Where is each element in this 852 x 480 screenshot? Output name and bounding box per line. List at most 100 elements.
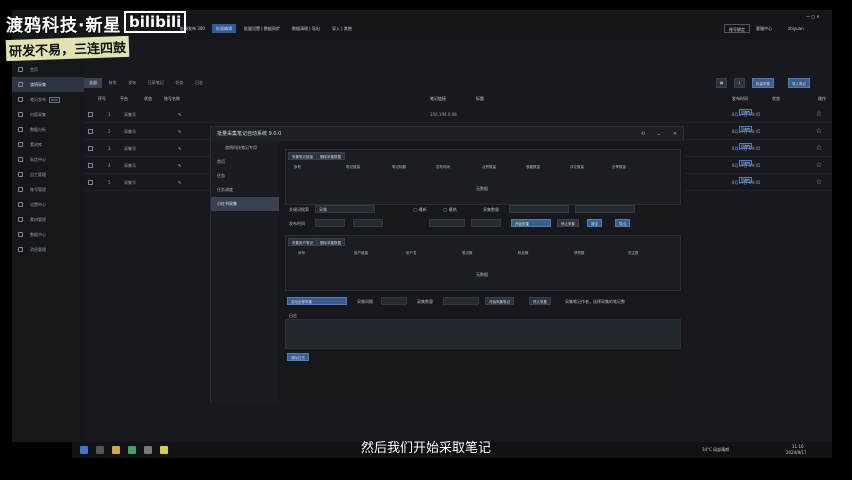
filter-input-2[interactable] [471,219,501,227]
pin-icon[interactable]: ⟲ [641,127,645,141]
edit-icon[interactable]: ✎ [178,174,181,191]
gear-icon [18,202,23,207]
count-input[interactable] [509,205,569,213]
count-label: 采集数量 [483,207,499,212]
sidebar-item-library[interactable]: 素材库 [12,137,84,152]
export-icon[interactable]: ⇩ [734,78,745,88]
tab-collect-users[interactable]: 采集用户笔记 [288,238,317,246]
dialog-nav-title: 渡鸦科技笔记专用 [225,145,257,150]
table-row[interactable]: 1 采集号 ✎ 156.194.0.08 8月17日 09:45 已发布 ☆ [84,106,832,123]
start-collect-notes-button[interactable]: 开始采集笔记 [485,297,514,305]
dialog-nav-task[interactable]: 任务 [211,169,279,183]
sidebar-item-material[interactable]: 素材管理 [12,212,84,227]
dialog-nav-schedule[interactable]: 任务调度 [211,183,279,197]
col-link: 笔记链接 [430,96,446,101]
stop-button[interactable]: 停止采集 [529,297,551,305]
empty-state: 无数据 [476,272,488,277]
dialog-body: 采集笔记链接 删除采集数据 序号 笔记链接 笔记标题 发布时间 点赞数量 收藏数… [279,141,685,403]
dialog-nav-home[interactable]: 首页 [211,155,279,169]
sidebar-item-settings[interactable]: 设置中心 [12,197,84,212]
account-icon [18,187,23,192]
sidebar-item-analysis[interactable]: 数据分析 [12,122,84,137]
star-icon[interactable]: ☆ [816,161,822,169]
count-input-2[interactable] [575,205,635,213]
tab-tasks[interactable]: 任务 [170,78,188,88]
sidebar-item-notice[interactable]: 消息管理 [12,242,84,257]
tab-all[interactable]: 全部 [84,78,102,88]
clear-log-button[interactable]: 清除日志 [287,353,309,361]
export-button[interactable]: 导出 [615,219,630,227]
sidebar-item-accounts[interactable]: 账号管理 [12,182,84,197]
col-time: 发布时间 [732,96,748,101]
date-from-input[interactable] [315,219,345,227]
row-checkbox[interactable] [88,180,93,185]
sidebar-item-data[interactable]: 数据中心 [12,227,84,242]
new-badge: NEW [49,97,61,103]
dialog-title: 批量采集笔记自动系统 9.0.0 ⟲ ⌄ ✕ [211,127,685,141]
minimize-icon[interactable]: ⌄ [657,127,661,141]
col-platform: 平台 [120,96,128,101]
row-checkbox[interactable] [88,129,93,134]
col-account: 账号名称 [164,96,180,101]
col-title: 标题 [476,96,484,101]
grid-icon[interactable]: ▦ [716,78,728,88]
start-collect-button[interactable]: 开始采集 [511,219,551,227]
interval-input[interactable] [381,297,407,305]
sidebar-item-messages[interactable]: 私信中心 [12,152,84,167]
edit-icon[interactable]: ✎ [178,123,181,140]
sidebar-item-content[interactable]: 内容采集 [12,107,84,122]
radio-hottest[interactable]: ◯ 最热 [443,207,457,213]
quantity-input[interactable] [443,297,479,305]
star-icon[interactable]: ☆ [816,110,822,118]
start-all-button[interactable]: 启动全部采集 [287,297,347,305]
star-icon[interactable]: ☆ [816,127,822,135]
radio-newest[interactable]: ◯ 最新 [413,207,427,213]
database-icon [18,232,23,237]
dialog-nav-xhs[interactable]: 小红书采集 [211,197,279,211]
tab-published[interactable]: 发布 [123,78,141,88]
tab-collect-notes[interactable]: 采集笔记链接 [288,152,317,160]
topbar-right-button[interactable]: 客服中心 [752,24,776,33]
topbar-item[interactable]: 批量设置 | 数据同步 [240,24,284,33]
topbar-item[interactable]: 批量编辑 [212,24,236,33]
tab-delete-user-data[interactable]: 删除采集数据 [316,238,345,246]
topbar-item[interactable]: 数据清理 | 导出 [288,24,324,33]
section-users: 采集用户笔记 删除采集数据 序号 用户链接 用户名 笔记数 粉丝数 获赞数 关注… [285,235,681,291]
main-tabs: 全部 待发 发布 已采笔记 任务 日志 [84,78,208,88]
star-icon[interactable]: ☆ [816,144,822,152]
bell-icon [18,247,23,252]
edit-icon[interactable]: ✎ [178,140,181,157]
batch-collect-button[interactable]: 批量采集 [752,78,774,88]
date-to-input[interactable] [353,219,383,227]
tab-logs[interactable]: 日志 [190,78,208,88]
topbar-item[interactable]: 导入 | 其他 [328,24,356,33]
star-icon[interactable]: ☆ [816,178,822,186]
sidebar-item-staff[interactable]: 员工管理 [12,167,84,182]
tab-pending[interactable]: 待发 [104,78,122,88]
sidebar-item-publish[interactable]: 笔记发布 NEW [12,92,84,107]
row-checkbox[interactable] [88,146,93,151]
video-subtitle: 然后我们开始采取笔记 [360,441,491,456]
content-icon [18,112,23,117]
clear-button[interactable]: 清空 [587,219,602,227]
log-area[interactable] [285,319,681,349]
edit-icon[interactable]: ✎ [178,106,181,123]
row-checkbox[interactable] [88,112,93,117]
collect-icon [18,82,23,87]
sidebar-item-collect[interactable]: 渡鸦采集 [12,77,84,92]
window-controls[interactable]: — ▢ ✕ [802,12,824,21]
row-checkbox[interactable] [88,163,93,168]
import-notes-button[interactable]: 导入笔记 [788,78,810,88]
empty-state: 无数据 [476,186,488,191]
edit-icon[interactable]: ✎ [178,157,181,174]
close-icon[interactable]: ✕ [673,127,677,141]
filter-input[interactable] [429,219,465,227]
keyword-input[interactable]: 采集 [315,205,375,213]
topbar-right-button[interactable]: 账号绑定 [724,24,750,33]
tab-collected[interactable]: 已采笔记 [143,78,169,88]
user-icon [18,172,23,177]
dialog-nav: 渡鸦科技笔记专用 首页 任务 任务调度 小红书采集 [211,141,279,403]
tab-delete-data[interactable]: 删除采集数据 [316,152,345,160]
user-name[interactable]: zhiyuan [784,24,808,33]
stop-collect-button[interactable]: 停止采集 [557,219,579,227]
